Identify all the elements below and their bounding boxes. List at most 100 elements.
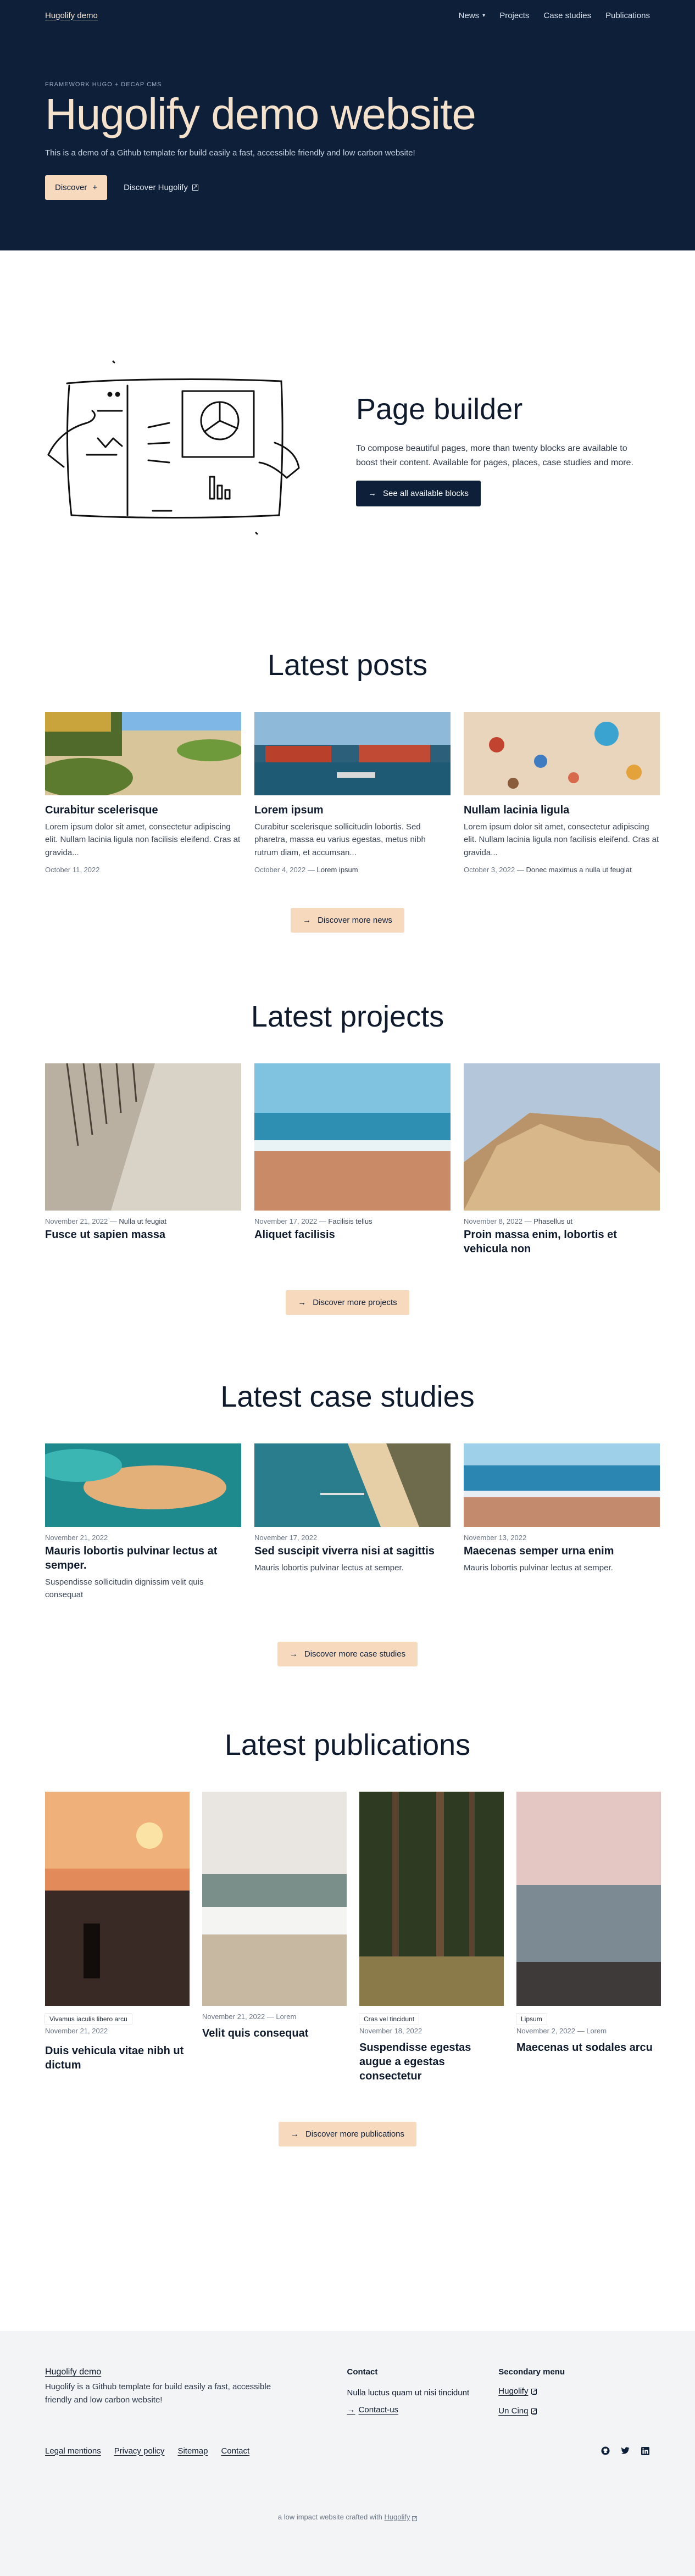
discover-button[interactable]: Discover + <box>45 175 108 200</box>
project-category: Phasellus ut <box>533 1217 573 1225</box>
project-date: November 8, 2022 <box>464 1217 522 1225</box>
publication-image <box>359 1792 504 2006</box>
nav-item-news[interactable]: News ▾ <box>459 11 486 20</box>
social-links <box>601 2446 650 2456</box>
external-link-icon: ↗ <box>531 2408 537 2414</box>
arrow-right-icon: → <box>303 915 312 925</box>
linkedin-icon[interactable] <box>640 2446 650 2456</box>
post-card[interactable]: Nullam lacinia ligula Lorem ipsum dolor … <box>464 712 660 874</box>
plus-icon: + <box>92 183 98 192</box>
footer-un-cinq-label: Un Cinq <box>498 2406 529 2416</box>
latest-publications-title: Latest publications <box>224 1729 471 1762</box>
chevron-down-icon: ▾ <box>482 12 486 19</box>
legal-mentions-link[interactable]: Legal mentions <box>45 2446 101 2456</box>
project-meta: November 17, 2022 — Facilisis tellus <box>254 1217 372 1225</box>
hero-title: Hugolify demo website <box>45 90 476 138</box>
post-image <box>254 712 451 795</box>
publication-meta: November 2, 2022 — Lorem <box>516 2027 607 2036</box>
see-all-blocks-button[interactable]: → See all available blocks <box>356 481 481 507</box>
footer-legal-links: Legal mentions Privacy policy Sitemap Co… <box>45 2446 249 2456</box>
footer-contact-text: Nulla luctus quam ut nisi tincidunt <box>347 2388 470 2397</box>
case-study-card[interactable]: November 17, 2022 Sed suscipit viverra n… <box>254 1443 451 1602</box>
publication-title: Duis vehicula vitae nibh ut dictum <box>45 2045 184 2072</box>
footer-description: Hugolify is a Github template for build … <box>45 2382 271 2405</box>
case-study-image <box>464 1443 660 1527</box>
case-study-date: November 21, 2022 <box>45 1533 108 1542</box>
project-title: Aliquet facilisis <box>254 1228 335 1241</box>
discover-more-publications-button[interactable]: → Discover more publications <box>278 2122 417 2147</box>
discover-hugolify-link[interactable]: Discover Hugolify ↗ <box>124 183 198 192</box>
publication-meta: November 21, 2022 — Lorem <box>202 2012 297 2021</box>
footer-hugolify-label: Hugolify <box>498 2387 529 2396</box>
footer-legal-bar: Legal mentions Privacy policy Sitemap Co… <box>45 2446 650 2456</box>
hero-eyebrow: FRAMEWORK HUGO + DECAP CMS <box>45 81 162 88</box>
contact-us-link[interactable]: → Contact-us <box>347 2405 399 2415</box>
footer-contact-link[interactable]: Contact <box>221 2446 249 2456</box>
case-studies-cta-wrap: → Discover more case studies <box>45 1642 650 1667</box>
post-excerpt: Curabitur scelerisque sollicitudin lobor… <box>254 822 426 857</box>
sitemap-link[interactable]: Sitemap <box>177 2446 208 2456</box>
discover-more-case-studies-button[interactable]: → Discover more case studies <box>277 1642 418 1667</box>
posts-grid: Curabitur scelerisque Lorem ipsum dolor … <box>45 712 660 874</box>
discover-more-news-button[interactable]: → Discover more news <box>291 907 404 933</box>
case-study-card[interactable]: November 21, 2022 Mauris lobortis pulvin… <box>45 1443 241 1602</box>
twitter-icon[interactable] <box>620 2446 630 2456</box>
nav-item-publications[interactable]: Publications <box>605 11 650 20</box>
arrow-right-icon: → <box>347 2405 355 2415</box>
latest-case-studies-section: Latest case studies November 21, 2022 Ma… <box>0 1380 695 1667</box>
post-meta: October 11, 2022 <box>45 866 241 874</box>
project-meta: November 8, 2022 — Phasellus ut <box>464 1217 573 1225</box>
publication-image <box>202 1792 347 2006</box>
case-study-date: November 13, 2022 <box>464 1533 527 1542</box>
footer-contact-title: Contact <box>347 2367 378 2377</box>
case-study-meta: November 21, 2022 <box>45 1534 241 1542</box>
footer-about: Hugolify demo Hugolify is a Github templ… <box>45 2367 347 2416</box>
publication-date: November 21, 2022 <box>202 2012 265 2021</box>
github-icon-glyph <box>601 2446 610 2455</box>
page-builder-title: Page builder <box>356 392 523 426</box>
footer-credit-link[interactable]: Hugolify <box>385 2513 410 2521</box>
discover-more-projects-label: Discover more projects <box>313 1297 397 1307</box>
post-excerpt: Lorem ipsum dolor sit amet, consectetur … <box>45 822 241 857</box>
github-icon[interactable] <box>601 2446 610 2456</box>
post-category: Lorem ipsum <box>316 865 358 874</box>
footer-credit-text: a low impact website crafted with <box>277 2513 382 2521</box>
footer-un-cinq-link[interactable]: Un Cinq ↗ <box>498 2406 537 2416</box>
case-study-card[interactable]: November 13, 2022 Maecenas semper urna e… <box>464 1443 660 1602</box>
nav-item-case-studies[interactable]: Case studies <box>543 11 591 20</box>
project-card[interactable]: November 21, 2022 — Nulla ut feugiat Fus… <box>45 1063 241 1256</box>
projects-grid: November 21, 2022 — Nulla ut feugiat Fus… <box>45 1063 660 1256</box>
page: Hugolify demo News ▾ Projects Case studie… <box>0 0 695 2576</box>
publication-title: Velit quis consequat <box>202 2027 309 2040</box>
publication-meta: November 18, 2022 <box>359 2027 504 2035</box>
publication-category: Lorem <box>586 2027 607 2036</box>
project-date: November 17, 2022 <box>254 1217 318 1225</box>
post-date: October 4, 2022 <box>254 865 306 874</box>
projects-cta-wrap: → Discover more projects <box>45 1290 650 1315</box>
publication-tag: Lipsum <box>516 2014 547 2025</box>
publication-card[interactable]: Lipsum November 2, 2022 — Lorem Maecenas… <box>516 1792 661 2083</box>
project-date: November 21, 2022 <box>45 1217 108 1225</box>
latest-posts-title: Latest posts <box>267 649 428 682</box>
post-card[interactable]: Curabitur scelerisque Lorem ipsum dolor … <box>45 712 241 874</box>
publication-card[interactable]: Cras vel tincidunt November 18, 2022 Sus… <box>359 1792 504 2083</box>
post-card[interactable]: Lorem ipsum Curabitur scelerisque sollic… <box>254 712 451 874</box>
publications-cta-wrap: → Discover more publications <box>45 2122 650 2147</box>
site-brand-link[interactable]: Hugolify demo <box>45 11 98 20</box>
publication-card[interactable]: November 21, 2022 — Lorem Velit quis con… <box>202 1792 347 2083</box>
post-meta: October 4, 2022 — Lorem ipsum <box>254 865 358 874</box>
privacy-policy-link[interactable]: Privacy policy <box>114 2446 165 2456</box>
project-card[interactable]: November 17, 2022 — Facilisis tellus Ali… <box>254 1063 451 1256</box>
page-builder-description: To compose beautiful pages, more than tw… <box>356 443 633 467</box>
discover-more-projects-button[interactable]: → Discover more projects <box>286 1290 409 1315</box>
latest-publications-section: Latest publications Vivamus iaculis libe… <box>0 1728 695 2147</box>
discover-more-case-studies-label: Discover more case studies <box>304 1649 406 1659</box>
posts-cta-wrap: → Discover more news <box>45 907 650 933</box>
nav-item-projects[interactable]: Projects <box>499 11 529 20</box>
footer-brand-link[interactable]: Hugolify demo <box>45 2367 101 2377</box>
project-card[interactable]: November 8, 2022 — Phasellus ut Proin ma… <box>464 1063 660 1256</box>
footer-hugolify-link[interactable]: Hugolify ↗ <box>498 2387 537 2396</box>
publication-card[interactable]: Vivamus iaculis libero arcu November 21,… <box>45 1792 190 2083</box>
hero-subtitle: This is a demo of a Github template for … <box>45 148 415 158</box>
post-image <box>464 712 660 795</box>
